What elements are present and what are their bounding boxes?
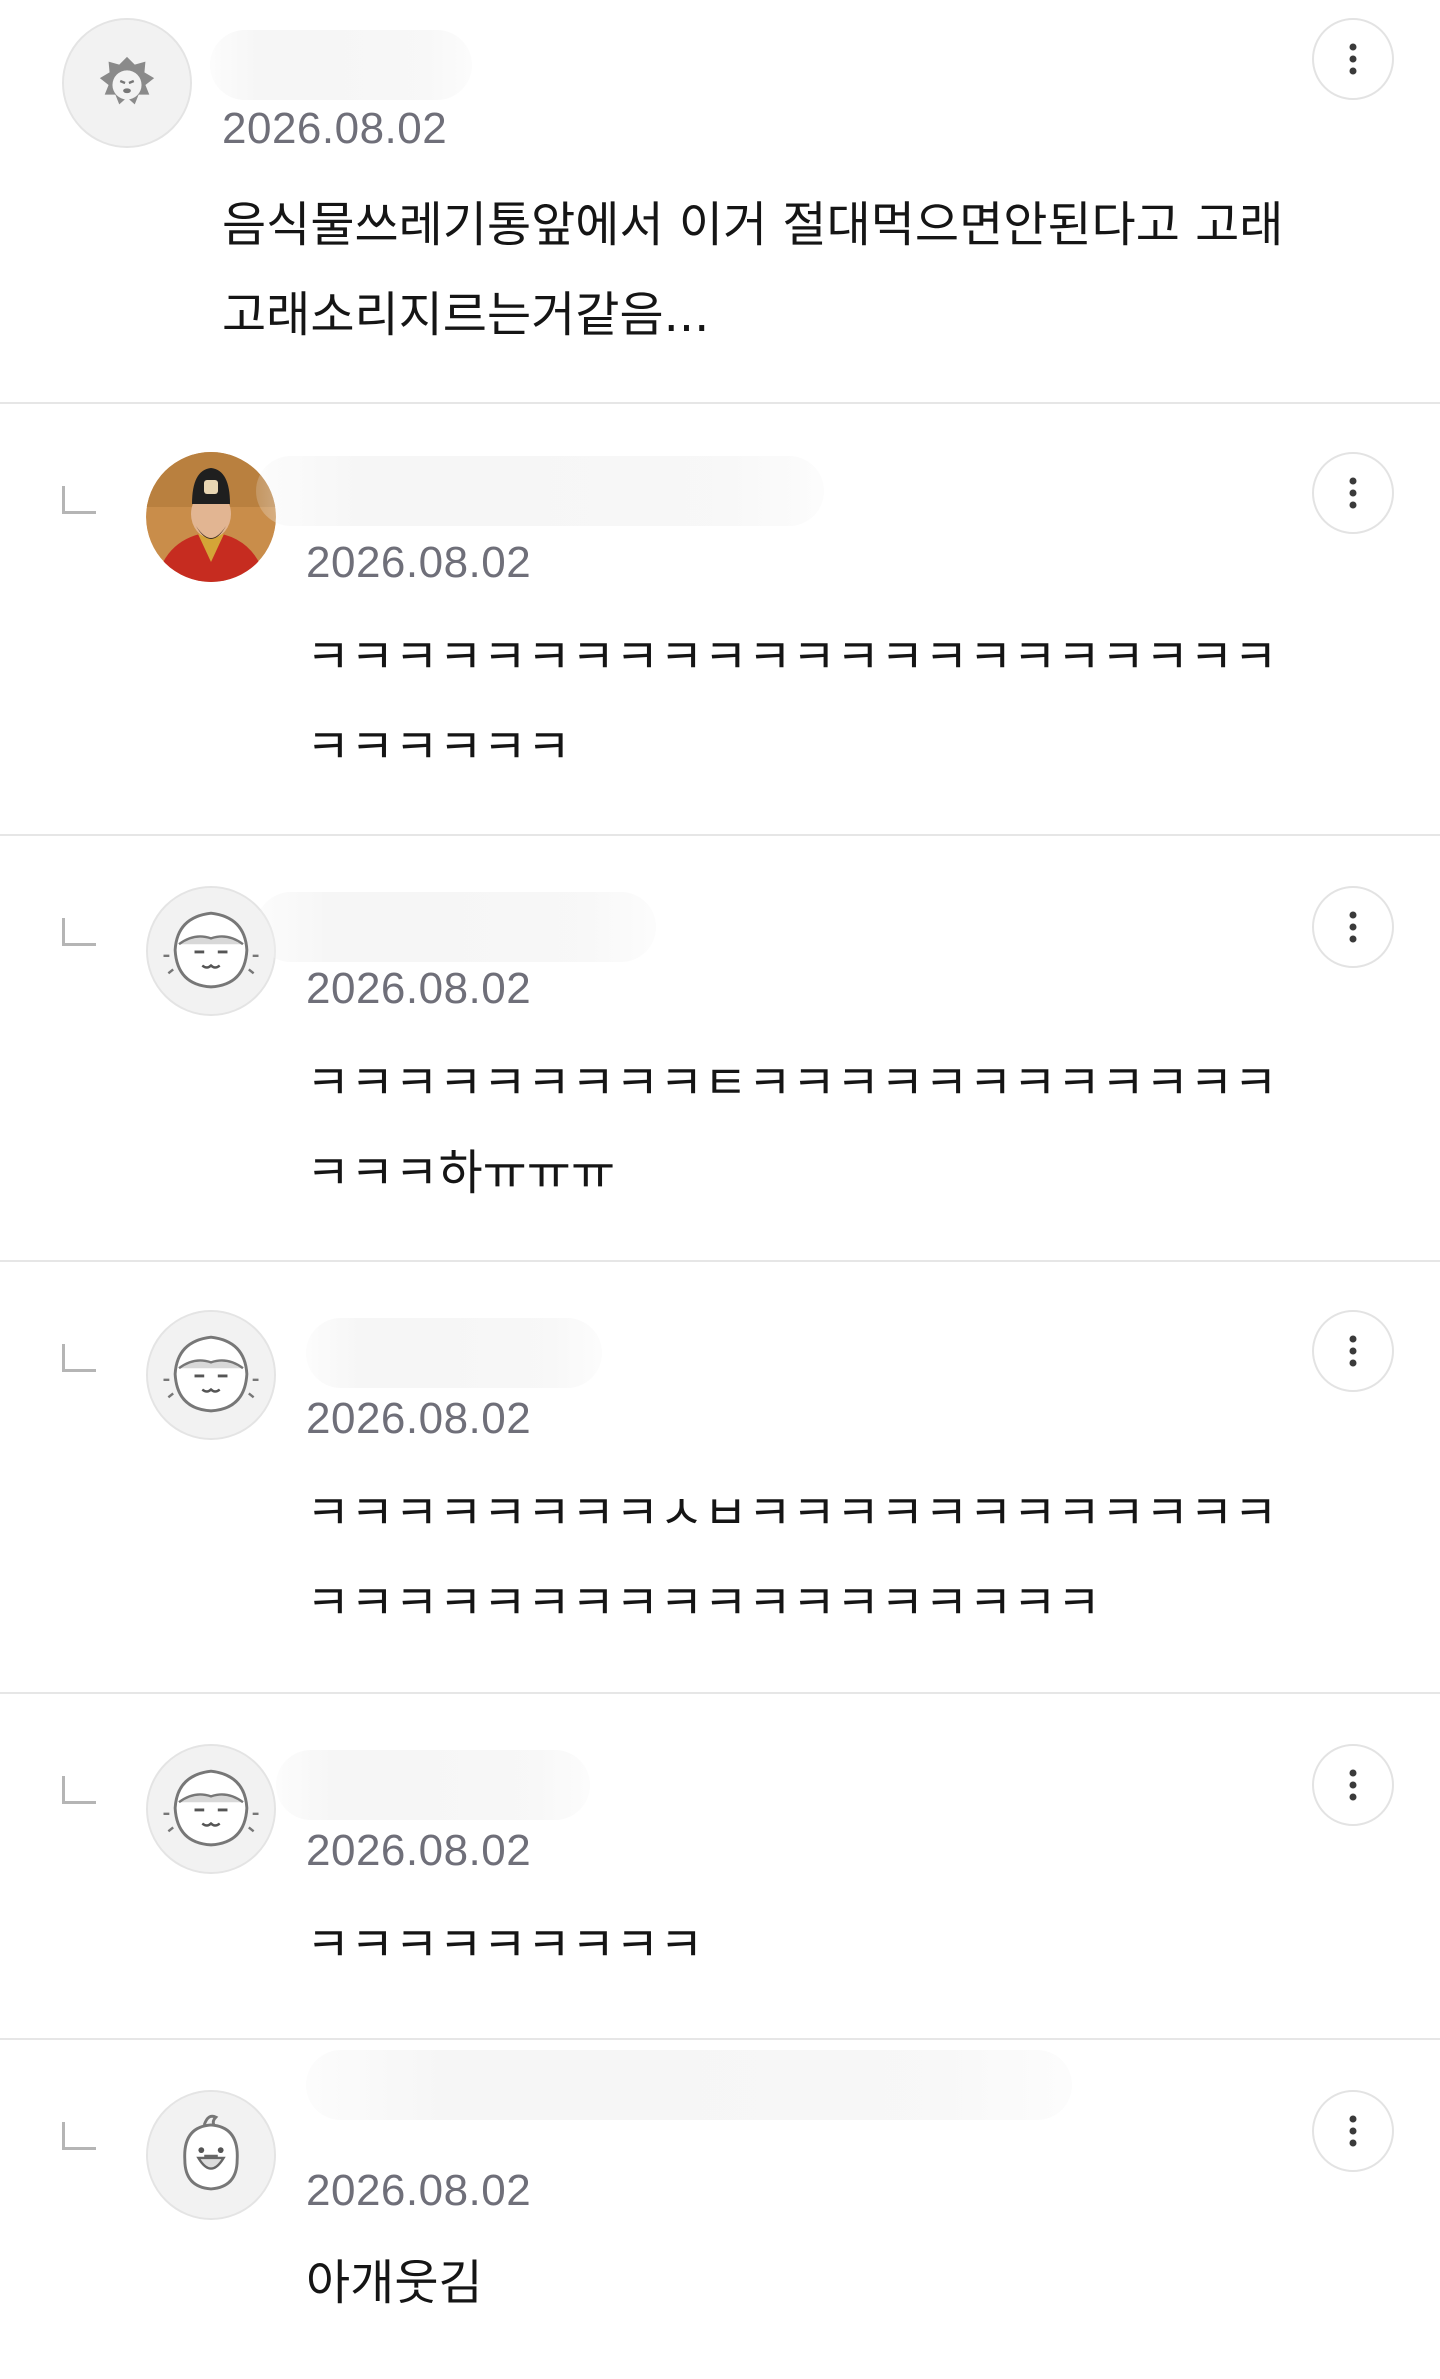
reply-indicator-icon <box>62 918 96 946</box>
shell-character-avatar[interactable] <box>146 1744 276 1874</box>
kebab-menu-icon <box>1349 43 1357 75</box>
comment-text: ㅋㅋㅋㅋㅋㅋㅋㅋㅋ <box>306 1917 704 1973</box>
comment: 2026.08.02 ㅋㅋㅋㅋㅋㅋㅋㅋㅋㅌㅋㅋㅋㅋㅋㅋㅋㅋㅋㅋㅋㅋㅋㅋㅋ하ㅠㅠㅠ <box>0 836 1440 1262</box>
reply-indicator-icon <box>62 486 96 514</box>
comment: 2026.08.02 ㅋㅋㅋㅋㅋㅋㅋㅋㅋㅋㅋㅋㅋㅋㅋㅋㅋㅋㅋㅋㅋㅋㅋㅋㅋㅋㅋㅋ <box>0 404 1440 836</box>
comment-text: 음식물쓰레기통앞에서 이거 절대먹으면안된다고 고래고래소리지르는거같음... <box>222 197 1284 343</box>
comment-date: 2026.08.02 <box>306 2166 532 2215</box>
comment-date: 2026.08.02 <box>222 104 448 153</box>
comment-text: ㅋㅋㅋㅋㅋㅋㅋㅋㅋㅋㅋㅋㅋㅋㅋㅋㅋㅋㅋㅋㅋㅋㅋㅋㅋㅋㅋㅋ <box>306 629 1278 775</box>
more-options-button[interactable] <box>1312 2090 1394 2172</box>
comment-date: 2026.08.02 <box>306 1394 532 1443</box>
comment-date: 2026.08.02 <box>306 538 532 587</box>
comment-text: 아개웃김 <box>306 2255 483 2311</box>
more-options-button[interactable] <box>1312 886 1394 968</box>
comment-date: 2026.08.02 <box>306 964 532 1013</box>
kebab-menu-icon <box>1349 1769 1357 1801</box>
kebab-menu-icon <box>1349 1335 1357 1367</box>
more-options-button[interactable] <box>1312 1744 1394 1826</box>
author-name-redacted <box>256 456 824 526</box>
more-options-button[interactable] <box>1312 1310 1394 1392</box>
reply-indicator-icon <box>62 2122 96 2150</box>
comment: 2026.08.02 ㅋㅋㅋㅋㅋㅋㅋㅋㅋ <box>0 1694 1440 2040</box>
author-name-redacted <box>210 30 472 100</box>
lion-avatar-icon[interactable] <box>62 18 192 148</box>
king-portrait-avatar[interactable] <box>146 452 276 582</box>
comment-date: 2026.08.02 <box>306 1826 532 1875</box>
kebab-menu-icon <box>1349 477 1357 509</box>
more-options-button[interactable] <box>1312 18 1394 100</box>
shell-character-avatar[interactable] <box>146 886 276 1016</box>
kebab-menu-icon <box>1349 911 1357 943</box>
comment: 2026.08.02 아개웃김 <box>0 2040 1440 2379</box>
comment-list: 2026.08.02 음식물쓰레기통앞에서 이거 절대먹으면안된다고 고래고래소… <box>0 0 1440 2379</box>
comment-text: ㅋㅋㅋㅋㅋㅋㅋㅋㅋㅌㅋㅋㅋㅋㅋㅋㅋㅋㅋㅋㅋㅋㅋㅋㅋ하ㅠㅠㅠ <box>306 1055 1278 1201</box>
kebab-menu-icon <box>1349 2115 1357 2147</box>
comment-text: ㅋㅋㅋㅋㅋㅋㅋㅋㅅㅂㅋㅋㅋㅋㅋㅋㅋㅋㅋㅋㅋㅋㅋㅋㅋㅋㅋㅋㅋㅋㅋㅋㅋㅋㅋㅋㅋㅋㅋㅋ <box>306 1485 1278 1631</box>
more-options-button[interactable] <box>1312 452 1394 534</box>
author-name-redacted <box>306 1318 602 1388</box>
shell-character-avatar[interactable] <box>146 1310 276 1440</box>
bird-character-avatar[interactable] <box>146 2090 276 2220</box>
comment: 2026.08.02 ㅋㅋㅋㅋㅋㅋㅋㅋㅅㅂㅋㅋㅋㅋㅋㅋㅋㅋㅋㅋㅋㅋㅋㅋㅋㅋㅋㅋㅋ… <box>0 1262 1440 1694</box>
author-name-redacted <box>306 2050 1072 2120</box>
reply-indicator-icon <box>62 1776 96 1804</box>
author-name-redacted <box>276 1750 590 1820</box>
reply-indicator-icon <box>62 1344 96 1372</box>
author-name-redacted <box>256 892 656 962</box>
comment: 2026.08.02 음식물쓰레기통앞에서 이거 절대먹으면안된다고 고래고래소… <box>0 0 1440 404</box>
